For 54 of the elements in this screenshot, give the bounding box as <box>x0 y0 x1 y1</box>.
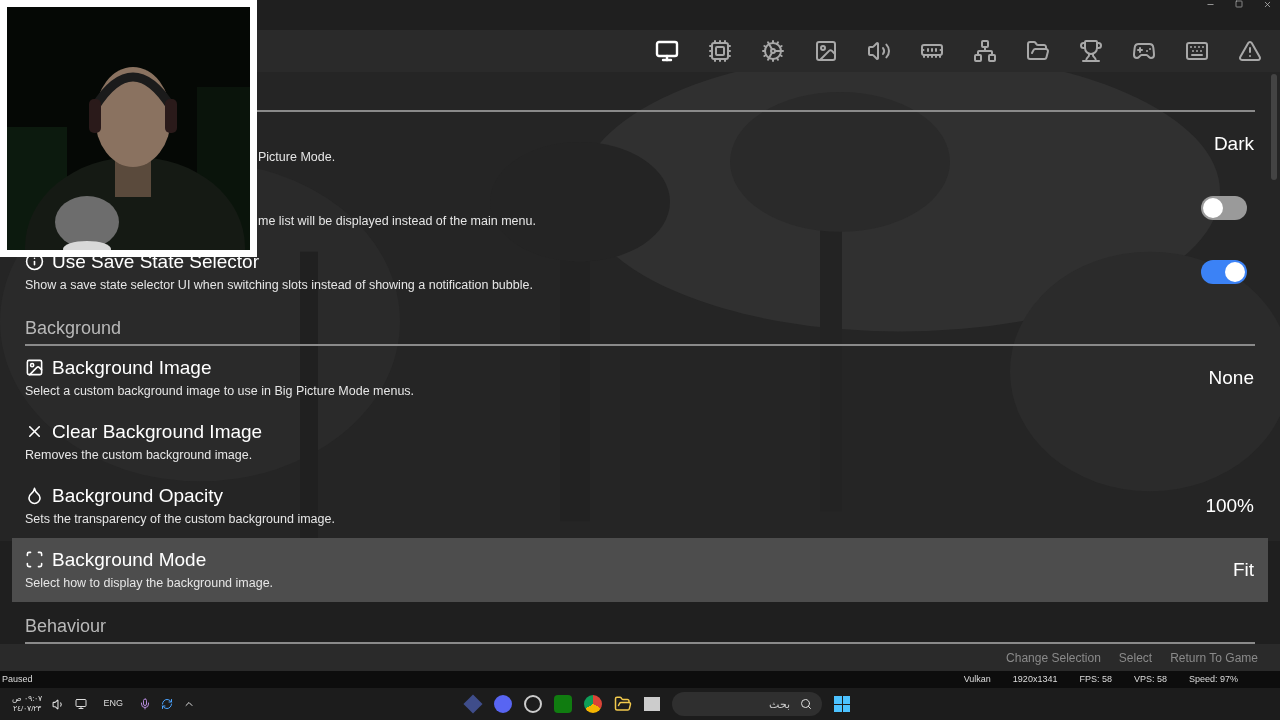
section-heading: Background <box>25 316 1255 346</box>
emulation-state: Paused <box>2 672 34 686</box>
monitor-icon[interactable] <box>655 39 679 63</box>
trophy-icon[interactable] <box>1079 39 1103 63</box>
setting-value: None <box>1208 365 1254 390</box>
clock-date[interactable]: ٢٤/٠٧/٢٣ <box>13 704 42 714</box>
search-field[interactable]: بحث <box>672 692 822 716</box>
button-hint: Return To Game <box>1170 649 1258 667</box>
status-stat: Vulkan <box>963 672 991 686</box>
setting-description: Picture Mode. <box>258 148 337 166</box>
button-hint: Select <box>1118 649 1153 667</box>
clock-time[interactable]: ٠٩:٠٧ ص <box>12 694 43 704</box>
image-icon <box>25 358 44 378</box>
setting-title: Clear Background Image <box>52 419 263 444</box>
speaker-icon[interactable] <box>867 39 891 63</box>
chip-icon[interactable] <box>708 39 732 63</box>
microphone-icon[interactable] <box>139 698 151 710</box>
language-indicator[interactable]: ENG <box>103 697 123 711</box>
sync-icon[interactable] <box>161 698 173 710</box>
toggle-switch[interactable] <box>1201 196 1247 220</box>
setting-description: Sets the transparency of the custom background image. <box>25 510 336 528</box>
setting-description: Removes the custom background image. <box>25 446 254 464</box>
folder-icon[interactable] <box>614 695 632 713</box>
frame-corners-icon <box>25 550 44 570</box>
setting-description: Select a custom background image to use in Big Picture Mode menus. <box>25 382 416 400</box>
setting-title: Background Image <box>52 355 212 380</box>
toggle-switch[interactable] <box>1201 260 1247 284</box>
status-stat: Speed: 97% <box>1188 672 1238 686</box>
maximize-icon[interactable] <box>1235 0 1243 8</box>
gear-icon[interactable] <box>761 39 785 63</box>
setting-title: Background Opacity <box>52 483 224 508</box>
start-icon[interactable] <box>834 696 850 712</box>
setting-row[interactable]: Background Opacity Sets the transparency of the custom background image. 100% <box>12 474 1268 538</box>
search-icon <box>800 698 812 710</box>
droplet-icon <box>25 486 44 506</box>
setting-value: Fit <box>1232 557 1254 582</box>
setting-description: Select how to display the background image. <box>25 574 275 592</box>
folder-icon[interactable] <box>1026 39 1050 63</box>
setting-value: Dark <box>1213 131 1254 156</box>
keyboard-icon[interactable] <box>1185 39 1209 63</box>
setting-description: me list will be displayed instead of the main menu. <box>258 212 537 230</box>
setting-value: 100% <box>1205 493 1254 518</box>
status-stat: 1920x1341 <box>1012 672 1058 686</box>
button-hint: Change Selection <box>1006 649 1101 667</box>
setting-row[interactable]: Background Mode Select how to display the background image. Fit <box>12 538 1268 602</box>
setting-row[interactable]: Clear Background Image Removes the custom background image. <box>12 410 1268 474</box>
image-icon[interactable] <box>814 39 838 63</box>
status-stat: FPS: 58 <box>1079 672 1112 686</box>
warning-icon[interactable] <box>1238 39 1262 63</box>
close-icon[interactable] <box>1263 0 1272 9</box>
setting-description: Show a save state selector UI when switching slots instead of showing a notification bubble. <box>25 276 534 294</box>
setting-row[interactable]: Background Image Select a custom background image to use in Big Picture Mode menus. None <box>12 346 1268 410</box>
setting-title: Background Mode <box>52 547 207 572</box>
status-stat: VPS: 58 <box>1133 672 1167 686</box>
